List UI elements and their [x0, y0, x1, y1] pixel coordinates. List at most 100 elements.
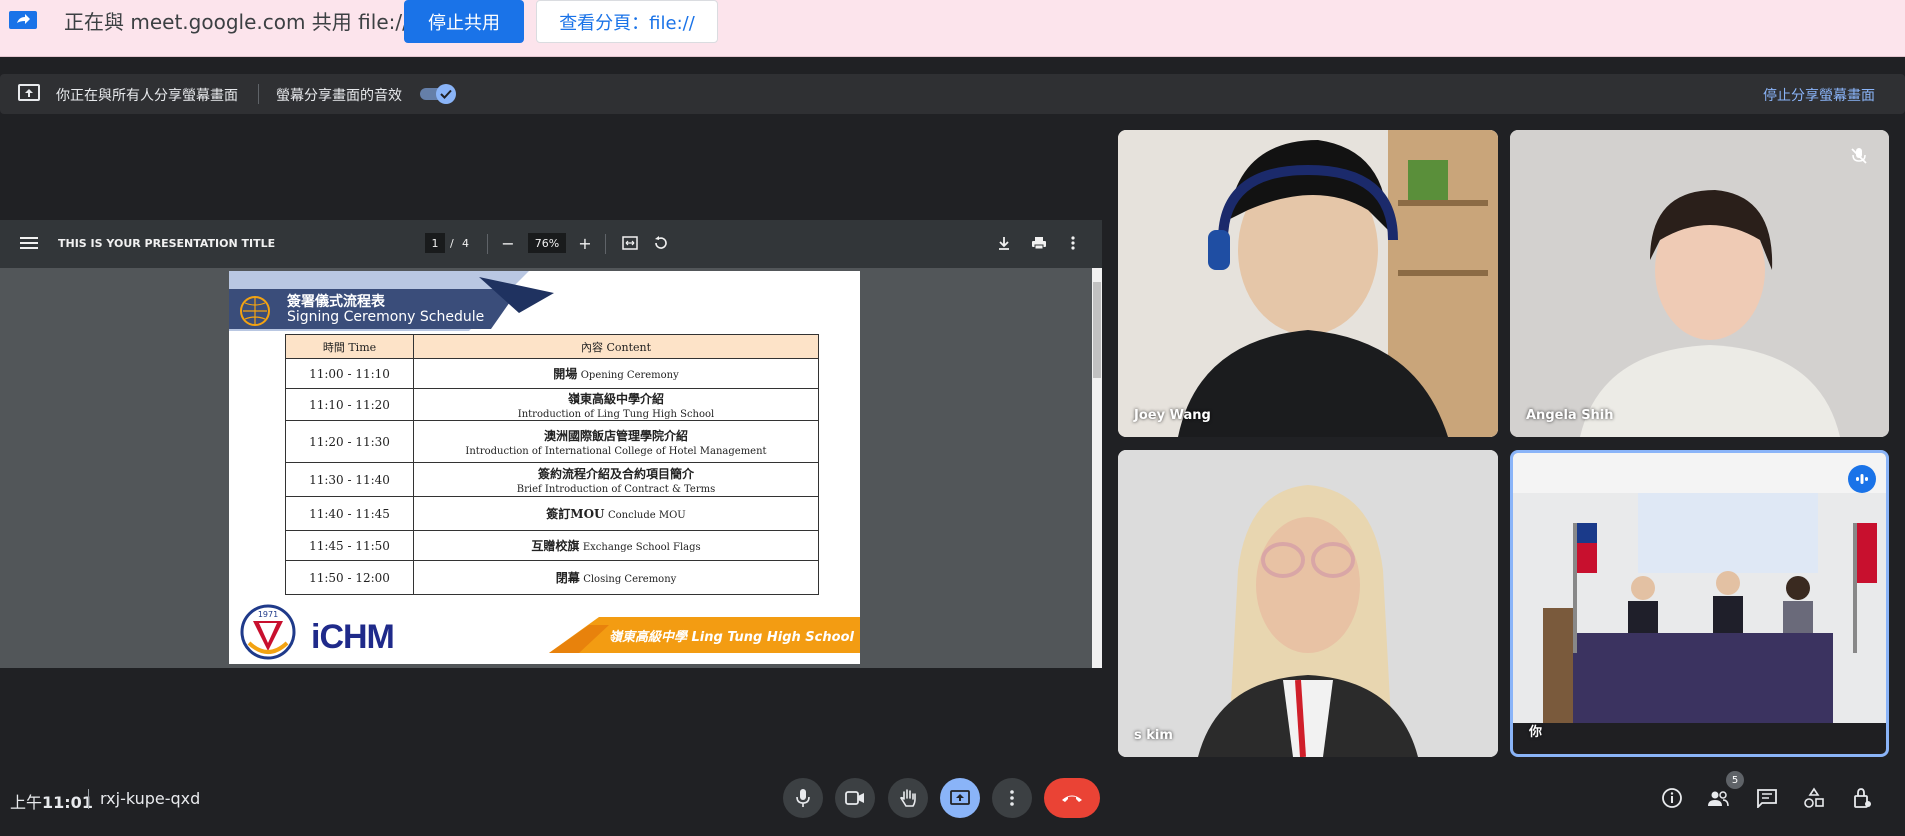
people-button[interactable]	[1704, 784, 1732, 812]
meeting-code: rxj-kupe-qxd	[100, 789, 201, 808]
table-row: 11:40 - 11:45 簽訂MOU Conclude MOU	[285, 496, 819, 531]
host-controls-button[interactable]	[1848, 784, 1876, 812]
page-separator: /	[450, 237, 454, 250]
participant-video	[1510, 130, 1889, 437]
item-title-en: Conclude MOU	[607, 510, 686, 521]
column-header-time: 時間 Time	[285, 334, 414, 359]
slide-heading-zh: 簽署儀式流程表	[287, 294, 385, 310]
activities-icon	[1804, 787, 1824, 808]
schedule-time: 11:20 - 11:30	[285, 420, 414, 463]
item-title-en: Brief Introduction of Contract & Terms	[516, 483, 716, 495]
share-audio-label: 螢幕分享畫面的音效	[276, 88, 402, 104]
fit-page-icon[interactable]	[619, 232, 641, 254]
participant-video	[1118, 130, 1498, 437]
mic-button[interactable]	[783, 778, 823, 818]
schedule-content: 開場 Opening Ceremony	[413, 358, 819, 389]
raise-hand-button[interactable]	[888, 778, 928, 818]
page-total: 4	[462, 237, 469, 250]
end-call-icon	[1062, 795, 1082, 802]
activities-button[interactable]	[1800, 784, 1828, 812]
schedule-time: 11:10 - 11:20	[285, 388, 414, 421]
column-header-content: 內容 Content	[413, 334, 819, 359]
info-icon	[1662, 788, 1682, 808]
participant-tile-kim[interactable]: s kim	[1118, 450, 1498, 757]
participant-name: Angela Shih	[1526, 408, 1614, 423]
divider	[88, 789, 89, 809]
table-row: 11:30 - 11:40 簽約流程介紹及合約項目簡介 Brief Introduc…	[285, 462, 819, 497]
divider	[605, 234, 606, 254]
schedule-time: 11:50 - 12:00	[285, 560, 414, 595]
schedule-time: 11:30 - 11:40	[285, 462, 414, 497]
divider	[487, 234, 488, 254]
item-title-zh: 簽約流程介紹及合約項目簡介	[537, 466, 694, 481]
participant-name: s kim	[1134, 728, 1173, 743]
participant-video	[1513, 453, 1886, 754]
people-count-badge: 5	[1726, 771, 1744, 789]
print-icon[interactable]	[1028, 232, 1050, 254]
end-call-button[interactable]	[1044, 778, 1100, 818]
schedule-time: 11:40 - 11:45	[285, 496, 414, 531]
schedule-time: 11:45 - 11:50	[285, 530, 414, 561]
slide-heading-en: Signing Ceremony Schedule	[287, 309, 485, 325]
participant-tile-joey[interactable]: Joey Wang	[1118, 130, 1498, 437]
chat-button[interactable]	[1753, 784, 1781, 812]
speaking-icon	[1848, 465, 1876, 493]
schedule-content: 澳洲國際飯店管理學院介紹 Introduction of Internationa…	[413, 420, 819, 463]
share-audio-toggle[interactable]	[420, 84, 456, 104]
pdf-title: THIS IS YOUR PRESENTATION TITLE	[58, 237, 276, 250]
item-title-zh: 簽訂MOU	[546, 507, 605, 521]
sharing-message: 正在與 meet.google.com 共用 file://	[64, 10, 409, 34]
stop-sharing-button[interactable]: 停止共用	[404, 0, 524, 43]
stop-presenting-link[interactable]: 停止分享螢幕畫面	[1763, 85, 1875, 105]
item-title-en: Introduction of Ling Tung High School	[517, 408, 715, 420]
present-icon	[18, 84, 40, 101]
present-now-button[interactable]	[940, 778, 980, 818]
menu-icon[interactable]	[20, 234, 38, 254]
item-title-zh: 互贈校旗	[531, 539, 580, 553]
screen-share-icon	[9, 11, 37, 29]
more-icon[interactable]	[1062, 232, 1084, 254]
presenting-notice-bar: 你正在與所有人分享螢幕畫面 螢幕分享畫面的音效 停止分享螢幕畫面	[0, 74, 1905, 114]
participant-tile-angela[interactable]: Angela Shih	[1510, 130, 1889, 437]
schedule-content: 閉幕 Closing Ceremony	[413, 560, 819, 595]
meeting-info-button[interactable]	[1658, 784, 1686, 812]
more-options-button[interactable]	[992, 778, 1032, 818]
meeting-clock: 上午11:01	[10, 793, 93, 812]
school-year: 1971	[258, 610, 278, 619]
meeting-controls-bar: 上午11:01 rxj-kupe-qxd 5	[0, 770, 1905, 836]
tab-sharing-bar: 正在與 meet.google.com 共用 file:// 停止共用 查看分頁…	[0, 0, 1905, 57]
pdf-scrollbar[interactable]	[1092, 268, 1102, 668]
table-row: 11:00 - 11:10 開場 Opening Ceremony	[285, 358, 819, 389]
view-tab-button[interactable]: 查看分頁：file://	[536, 0, 718, 43]
pdf-toolbar: THIS IS YOUR PRESENTATION TITLE 1 / 4 − …	[0, 220, 1102, 268]
ichm-logo: iCHM	[311, 618, 395, 656]
item-title-en: Closing Ceremony	[583, 574, 677, 585]
participant-tile-self[interactable]: 你	[1510, 450, 1889, 757]
item-title-en: Exchange School Flags	[582, 542, 701, 553]
item-title-en: Introduction of International College of…	[465, 445, 767, 457]
pdf-page: 簽署儀式流程表 Signing Ceremony Schedule 時間 Tim…	[229, 271, 860, 664]
zoom-input[interactable]: 76%	[528, 233, 566, 253]
camera-button[interactable]	[835, 778, 875, 818]
present-now-icon	[950, 790, 970, 805]
item-title-zh: 嶺東高級中學介紹	[567, 391, 664, 406]
table-row: 11:45 - 11:50 互贈校旗 Exchange School Flags	[285, 530, 819, 561]
schedule-content: 互贈校旗 Exchange School Flags	[413, 530, 819, 561]
school-logo: 1971	[240, 604, 296, 660]
more-icon	[1010, 790, 1014, 806]
item-title-zh: 閉幕	[555, 571, 580, 585]
page-number-input[interactable]: 1	[425, 233, 445, 253]
table-row: 11:10 - 11:20 嶺東高級中學介紹 Introduction of Lin…	[285, 388, 819, 421]
zoom-in-icon[interactable]: +	[574, 232, 596, 254]
raise-hand-icon	[899, 789, 916, 807]
zoom-out-icon[interactable]: −	[497, 232, 519, 254]
rotate-icon[interactable]	[650, 232, 672, 254]
item-title-zh: 開場	[553, 367, 578, 381]
download-icon[interactable]	[993, 232, 1015, 254]
people-icon	[1708, 791, 1729, 807]
host-controls-icon	[1854, 788, 1871, 808]
item-title-zh: 澳洲國際飯店管理學院介紹	[543, 428, 688, 443]
table-row: 11:50 - 12:00 閉幕 Closing Ceremony	[285, 560, 819, 595]
table-row: 11:20 - 11:30 澳洲國際飯店管理學院介紹 Introduction of…	[285, 420, 819, 463]
schedule-time: 11:00 - 11:10	[285, 358, 414, 389]
